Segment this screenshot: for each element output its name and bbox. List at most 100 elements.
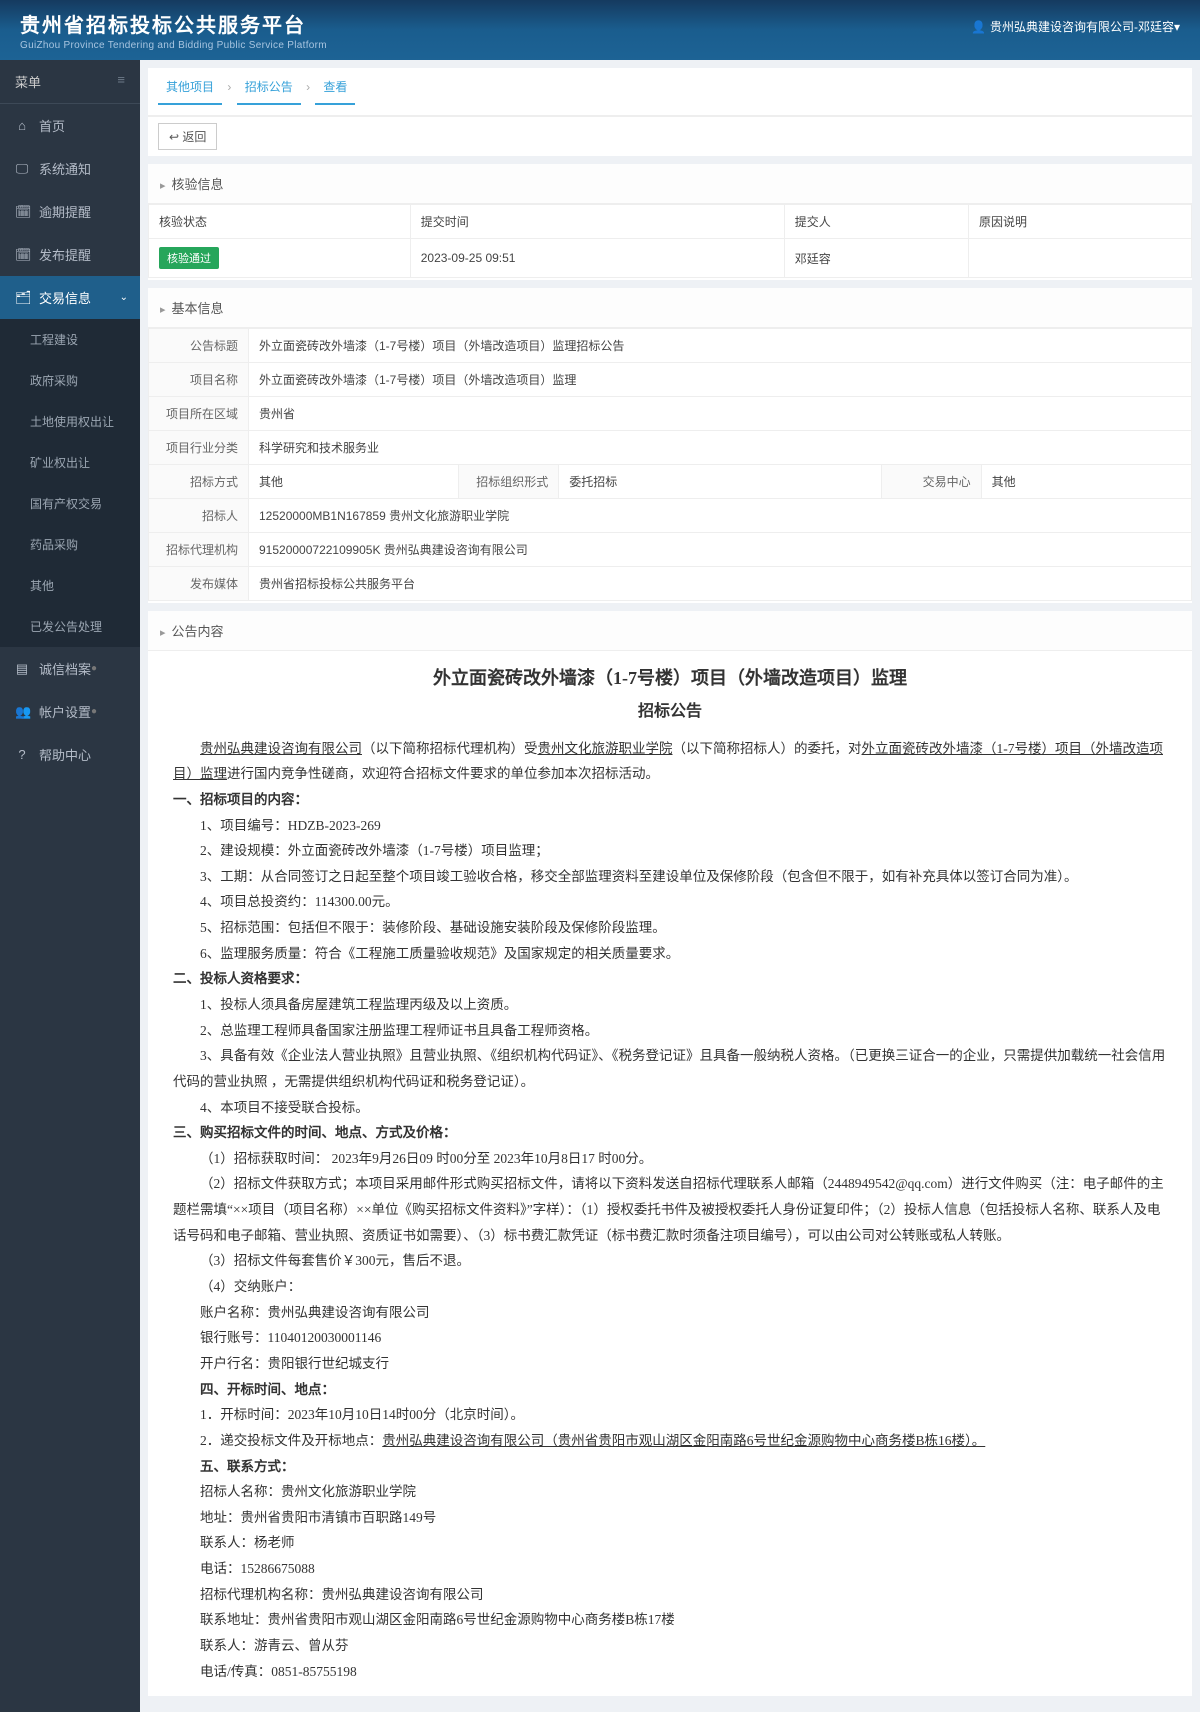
panel-content: 公告内容 外立面瓷砖改外墙漆（1-7号楼）项目（外墙改造项目）监理 招标公告 贵… <box>148 611 1192 1696</box>
badge-dot: ● <box>91 706 97 717</box>
field-value: 委托招标 <box>559 465 881 499</box>
monitor-icon: 🖵 <box>15 161 29 177</box>
sidebar-header: 菜单 ≡ <box>0 60 140 104</box>
field-value: 科学研究和技术服务业 <box>249 431 1192 465</box>
paragraph: 2．递交投标文件及开标地点：贵州弘典建设咨询有限公司（贵州省贵阳市观山湖区金阳南… <box>173 1428 1167 1454</box>
field-label: 招标代理机构 <box>149 533 249 567</box>
sidebar-sub-item[interactable]: 工程建设 <box>0 319 140 360</box>
sidebar-item-label: 已发公告处理 <box>30 618 102 635</box>
field-label: 公告标题 <box>149 329 249 363</box>
sidebar-item-account[interactable]: 👥 帐户设置● <box>0 690 140 733</box>
sidebar-item-label: 交易信息 <box>39 288 91 307</box>
field-label: 项目所在区域 <box>149 397 249 431</box>
text: 进行国内竞争性磋商，欢迎符合招标文件要求的单位参加本次招标活动。 <box>227 766 659 781</box>
home-icon: ⌂ <box>15 118 29 133</box>
app-header: 贵州省招标投标公共服务平台 GuiZhou Province Tendering… <box>0 0 1200 60</box>
breadcrumb-item[interactable]: 查看 <box>315 78 355 105</box>
sidebar-item-label: 药品采购 <box>30 536 78 553</box>
sidebar-sub-item[interactable]: 矿业权出让 <box>0 442 140 483</box>
sidebar-sub-item[interactable]: 其他 <box>0 565 140 606</box>
table-cell: 邓廷容 <box>784 239 968 278</box>
field-label: 招标方式 <box>149 465 249 499</box>
back-button[interactable]: ↩ 返回 <box>158 123 217 150</box>
paragraph: 贵州弘典建设咨询有限公司（以下简称招标代理机构）受贵州文化旅游职业学院（以下简称… <box>173 736 1167 787</box>
field-value: 贵州省招标投标公共服务平台 <box>249 567 1192 601</box>
help-icon: ? <box>15 747 29 762</box>
sidebar-item-overdue[interactable]: 🗓 逾期提醒 <box>0 190 140 233</box>
sidebar-submenu: 工程建设 政府采购 土地使用权出让 矿业权出让 国有产权交易 药品采购 其他 已… <box>0 319 140 647</box>
status-badge: 核验通过 <box>159 247 219 269</box>
main-content: 其他项目 › 招标公告 › 查看 ↩ 返回 核验信息 核验状态 提交时间 提交人… <box>140 60 1200 1712</box>
breadcrumb-item[interactable]: 招标公告 <box>237 78 301 105</box>
paragraph: 电话：15286675088 <box>173 1556 1167 1582</box>
sidebar-sub-item[interactable]: 药品采购 <box>0 524 140 565</box>
sidebar-item-home[interactable]: ⌂ 首页 <box>0 104 140 147</box>
verify-table: 核验状态 提交时间 提交人 原因说明 核验通过 2023-09-25 09:51… <box>148 204 1192 278</box>
text: （以下简称招标代理机构）受 <box>362 741 538 756</box>
sidebar-item-label: 帐户设置 <box>39 702 91 721</box>
paragraph: 3、具备有效《企业法人营业执照》且营业执照、《组织机构代码证》、《税务登记证》且… <box>173 1043 1167 1094</box>
sidebar-sub-item[interactable]: 国有产权交易 <box>0 483 140 524</box>
section-heading: 二、投标人资格要求： <box>173 966 1167 992</box>
field-label: 招标组织形式 <box>459 465 559 499</box>
sidebar-sub-item[interactable]: 已发公告处理 <box>0 606 140 647</box>
table-cell <box>968 239 1191 278</box>
field-value: 其他 <box>981 465 1191 499</box>
paragraph: 地址：贵州省贵阳市清镇市百职路149号 <box>173 1505 1167 1531</box>
sidebar-item-trade[interactable]: 🗂交易信息⌄ <box>0 276 140 319</box>
sidebar-sub-item[interactable]: 政府采购 <box>0 360 140 401</box>
field-value: 外立面瓷砖改外墙漆（1-7号楼）项目（外墙改造项目）监理 <box>249 363 1192 397</box>
field-label: 发布媒体 <box>149 567 249 601</box>
sidebar-item-label: 系统通知 <box>39 159 91 178</box>
sidebar-sub-item[interactable]: 土地使用权出让 <box>0 401 140 442</box>
sidebar-item-label: 逾期提醒 <box>39 202 91 221</box>
sidebar-item-label: 诚信档案 <box>39 659 91 678</box>
sidebar-item-label: 土地使用权出让 <box>30 413 114 430</box>
sidebar-item-help[interactable]: ?帮助中心 <box>0 733 140 776</box>
breadcrumb-item[interactable]: 其他项目 <box>158 78 222 105</box>
section-heading: 三、购买招标文件的时间、地点、方式及价格： <box>173 1120 1167 1146</box>
underline-text: 贵州弘典建设咨询有限公司（贵州省贵阳市观山湖区金阳南路6号世纪金源购物中心商务楼… <box>382 1433 985 1448</box>
sidebar-item-label: 其他 <box>30 577 54 594</box>
announcement-subtitle: 招标公告 <box>173 697 1167 727</box>
app-subtitle: GuiZhou Province Tendering and Bidding P… <box>20 40 327 51</box>
breadcrumb: 其他项目 › 招标公告 › 查看 <box>148 68 1192 117</box>
field-label: 交易中心 <box>881 465 981 499</box>
paragraph: 开户行名：贵阳银行世纪城支行 <box>173 1351 1167 1377</box>
breadcrumb-sep: › <box>306 80 310 94</box>
table-row: 核验通过 2023-09-25 09:51 邓廷容 <box>149 239 1192 278</box>
sidebar-item-credit[interactable]: ▤诚信档案● <box>0 647 140 690</box>
table-header: 提交时间 <box>410 205 784 239</box>
panel-title: 核验信息 <box>148 164 1192 204</box>
sidebar-item-publish[interactable]: 🗓发布提醒 <box>0 233 140 276</box>
panel-title: 公告内容 <box>148 611 1192 651</box>
underline-text: 贵州弘典建设咨询有限公司 <box>200 741 362 756</box>
field-label: 项目名称 <box>149 363 249 397</box>
section-heading: 四、开标时间、地点： <box>173 1377 1167 1403</box>
app-title: 贵州省招标投标公共服务平台 <box>20 15 306 37</box>
paragraph: 联系地址：贵州省贵阳市观山湖区金阳南路6号世纪金源购物中心商务楼B栋17楼 <box>173 1607 1167 1633</box>
sidebar-item-label: 首页 <box>39 116 65 135</box>
menu-toggle-icon[interactable]: ≡ <box>117 72 125 91</box>
field-value: 外立面瓷砖改外墙漆（1-7号楼）项目（外墙改造项目）监理招标公告 <box>249 329 1192 363</box>
table-header: 提交人 <box>784 205 968 239</box>
breadcrumb-sep: › <box>227 80 231 94</box>
toolbar: ↩ 返回 <box>148 117 1192 156</box>
field-value: 12520000MB1N167859 贵州文化旅游职业学院 <box>249 499 1192 533</box>
calendar-icon: 🗓 <box>15 204 29 220</box>
section-heading: 五、联系方式： <box>173 1454 1167 1480</box>
field-value: 其他 <box>249 465 459 499</box>
basic-table: 公告标题外立面瓷砖改外墙漆（1-7号楼）项目（外墙改造项目）监理招标公告 项目名… <box>148 328 1192 601</box>
sidebar-item-label: 政府采购 <box>30 372 78 389</box>
paragraph: 4、项目总投资约：114300.00元。 <box>173 889 1167 915</box>
paragraph: 银行账号：11040120030001146 <box>173 1325 1167 1351</box>
user-menu[interactable]: 贵州弘典建设咨询有限公司-邓廷容▾ <box>971 18 1180 35</box>
field-label: 招标人 <box>149 499 249 533</box>
paragraph: （3）招标文件每套售价￥300元，售后不退。 <box>173 1248 1167 1274</box>
paragraph: 1．开标时间：2023年10月10日14时00分（北京时间）。 <box>173 1402 1167 1428</box>
paragraph: 招标人名称：贵州文化旅游职业学院 <box>173 1479 1167 1505</box>
section-heading: 一、招标项目的内容： <box>173 787 1167 813</box>
sidebar-item-notice[interactable]: 🖵 系统通知 <box>0 147 140 190</box>
sidebar: 菜单 ≡ ⌂ 首页 🖵 系统通知 🗓 逾期提醒 🗓发布提醒 🗂交易信息⌄ 工程建设 政… <box>0 60 140 1712</box>
users-icon: 👥 <box>15 704 29 720</box>
